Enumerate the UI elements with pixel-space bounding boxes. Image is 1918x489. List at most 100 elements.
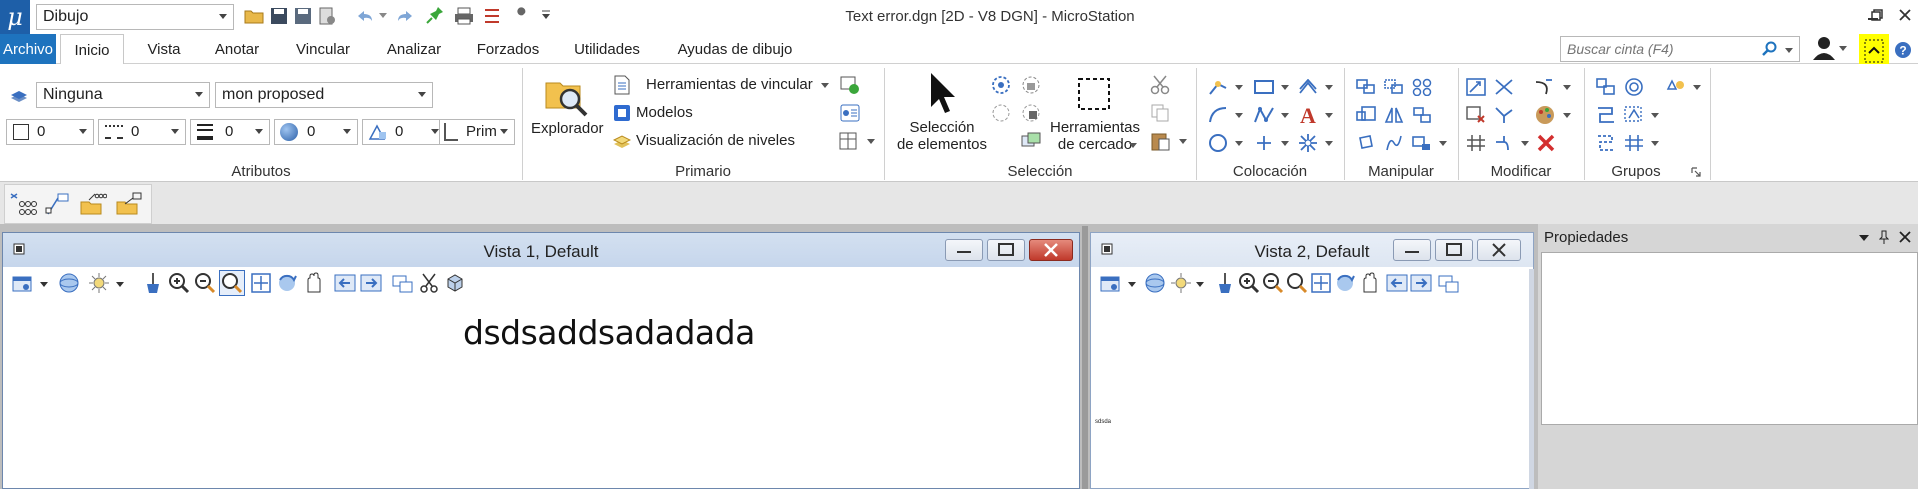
move-element-icon[interactable]	[1382, 76, 1406, 98]
folder-link-icon[interactable]	[114, 190, 144, 218]
view-2-drawn-text[interactable]: sdsda	[1095, 419, 1111, 425]
extend-icon[interactable]	[1492, 132, 1516, 154]
pin-icon[interactable]	[424, 4, 446, 26]
group-dialog-launcher-icon[interactable]	[1690, 166, 1702, 178]
multiline-icon[interactable]	[1296, 76, 1320, 98]
fillet-icon[interactable]	[1532, 76, 1556, 98]
tab-analizar[interactable]: Analizar	[378, 34, 450, 64]
view-attributes-icon[interactable]	[11, 271, 35, 295]
point-icon[interactable]	[1252, 132, 1276, 154]
text-icon[interactable]: A	[1296, 102, 1320, 128]
models-label[interactable]: Modelos	[636, 104, 693, 121]
text-style-select[interactable]: mon proposed	[215, 82, 433, 108]
window-area-icon[interactable]	[1285, 271, 1309, 295]
rotate-view-icon[interactable]	[275, 271, 299, 295]
zoom-out-icon[interactable]	[193, 271, 217, 295]
chevron-down-icon[interactable]	[1438, 138, 1448, 148]
clip-volume-icon[interactable]	[417, 271, 441, 295]
tab-archivo[interactable]: Archivo	[0, 34, 56, 64]
paste-dropdown-icon[interactable]	[1178, 136, 1188, 146]
previous-view-icon[interactable]	[1385, 271, 1409, 295]
next-view-icon[interactable]	[359, 271, 383, 295]
view-splitter[interactable]	[1082, 226, 1088, 489]
undo-dropdown-icon[interactable]	[378, 10, 388, 20]
named-group-icon[interactable]	[1622, 76, 1646, 98]
chevron-down-icon[interactable]	[1195, 279, 1205, 289]
ribbon-search-field[interactable]	[1567, 38, 1757, 60]
attach-tools-dropdown-icon[interactable]	[820, 80, 830, 90]
save-all-icon[interactable]	[292, 5, 314, 27]
restore-window-icon[interactable]	[1868, 6, 1886, 24]
view-1-maximize-button[interactable]	[987, 239, 1025, 261]
previous-view-icon[interactable]	[333, 271, 357, 295]
pin-panel-icon[interactable]	[1878, 230, 1890, 244]
chevron-down-icon[interactable]	[1127, 279, 1137, 289]
element-info-icon[interactable]	[42, 190, 72, 218]
delete-icon[interactable]	[1534, 132, 1558, 154]
search-dropdown-icon[interactable]	[1783, 45, 1795, 55]
references-icon[interactable]	[838, 74, 862, 96]
lighting-icon[interactable]	[87, 271, 111, 295]
level-manager-icon[interactable]	[8, 86, 30, 106]
zoom-out-icon[interactable]	[1261, 271, 1285, 295]
break-element-icon[interactable]	[1464, 132, 1488, 154]
models-icon[interactable]	[611, 102, 633, 124]
explorer-label[interactable]: Explorador	[531, 120, 604, 137]
lighting-icon[interactable]	[1169, 271, 1193, 295]
search-icon[interactable]	[1761, 40, 1779, 58]
paste-icon[interactable]	[1148, 130, 1172, 152]
invert-selection-icon[interactable]	[1020, 102, 1042, 124]
chevron-down-icon[interactable]	[1234, 138, 1244, 148]
view-1-close-button[interactable]	[1029, 239, 1073, 261]
copy-view-icon[interactable]	[1437, 271, 1461, 295]
element-selection-label[interactable]: Selección de elementos	[896, 119, 988, 153]
tools-menu-icon[interactable]	[836, 130, 860, 152]
align-icon[interactable]	[1410, 104, 1434, 126]
scale-icon[interactable]	[1354, 104, 1378, 126]
cut-icon[interactable]	[1148, 74, 1172, 96]
level-display-icon[interactable]	[611, 130, 633, 152]
copy-icon[interactable]	[1148, 102, 1172, 124]
transparency-select[interactable]: 0	[274, 119, 358, 145]
group-icon[interactable]	[1594, 76, 1618, 98]
cell-icon[interactable]	[1296, 132, 1320, 154]
help-icon[interactable]: ?	[1893, 40, 1913, 60]
smartline-icon[interactable]	[1206, 76, 1230, 98]
print-icon[interactable]	[453, 5, 475, 27]
fence-tools-label[interactable]: Herramientas de cercado	[1050, 119, 1140, 153]
wrench-icon[interactable]	[510, 5, 532, 27]
complex-chain-icon[interactable]	[1622, 104, 1646, 126]
collapse-ribbon-icon[interactable]	[1859, 34, 1889, 68]
delete-part-icon[interactable]	[1464, 104, 1488, 126]
attach-tools-icon[interactable]	[611, 74, 633, 96]
properties-content[interactable]	[1541, 252, 1918, 425]
zoom-in-icon[interactable]	[167, 271, 191, 295]
stretch-icon[interactable]	[1382, 132, 1406, 154]
pan-view-icon[interactable]	[301, 271, 325, 295]
change-attributes-icon[interactable]	[1532, 102, 1558, 128]
tab-anotar[interactable]: Anotar	[206, 34, 268, 64]
chevron-down-icon[interactable]	[1280, 82, 1290, 92]
pan-view-icon[interactable]	[1357, 271, 1381, 295]
array-icon[interactable]	[1410, 76, 1434, 98]
fit-view-icon[interactable]	[249, 271, 273, 295]
undo-icon[interactable]	[354, 5, 376, 27]
rotate-view-icon[interactable]	[1333, 271, 1357, 295]
view-attributes-icon[interactable]	[1099, 271, 1123, 295]
chevron-down-icon[interactable]	[1324, 110, 1334, 120]
ribbon-search-input[interactable]	[1560, 36, 1800, 62]
user-dropdown-icon[interactable]	[1838, 43, 1848, 53]
window-area-icon[interactable]	[219, 270, 245, 296]
workflow-select[interactable]: Dibujo	[36, 4, 234, 30]
fence-dropdown-icon[interactable]	[1128, 140, 1138, 150]
chevron-down-icon[interactable]	[1650, 110, 1660, 120]
open-folder-icon[interactable]	[243, 5, 265, 27]
chevron-down-icon[interactable]	[115, 279, 125, 289]
rotate-icon[interactable]	[1354, 132, 1378, 154]
fit-view-icon[interactable]	[1309, 271, 1333, 295]
ungroup-icon[interactable]	[1594, 132, 1618, 154]
chevron-down-icon[interactable]	[1324, 82, 1334, 92]
properties-panel-icon[interactable]	[838, 102, 862, 124]
view-1-drawn-text[interactable]: dsdsaddsadadada	[463, 313, 755, 352]
view-window-2[interactable]: Vista 2, Default sdsda	[1090, 232, 1534, 489]
